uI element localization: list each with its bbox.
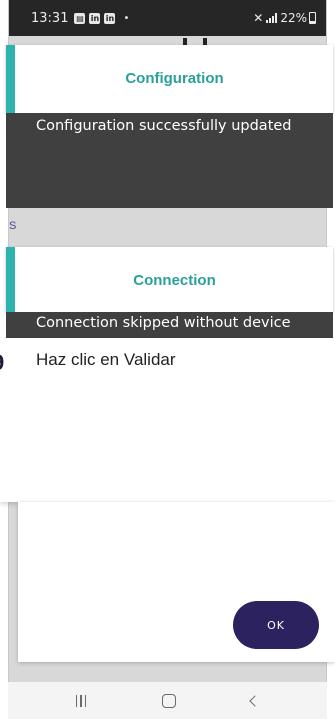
toast-title: Connection bbox=[133, 272, 216, 289]
ok-button[interactable]: OK bbox=[233, 601, 319, 649]
mute-icon: ✕ bbox=[253, 11, 264, 25]
signal-icon bbox=[266, 13, 278, 23]
status-time: 13:31 bbox=[31, 10, 69, 26]
step-text: Haz clic en Validar bbox=[36, 350, 176, 369]
toast-message: Configuration successfully updated bbox=[6, 113, 333, 208]
toast-configuration: Configuration bbox=[6, 45, 333, 113]
step-number: 9 bbox=[0, 350, 4, 376]
linkedin-icon: in bbox=[104, 12, 116, 24]
status-right: ✕ 22% bbox=[253, 11, 316, 25]
android-nav-bar bbox=[8, 682, 327, 719]
toast-accent-bar bbox=[6, 247, 15, 312]
battery-icon bbox=[309, 12, 316, 24]
notification-icon: ▤ bbox=[74, 12, 86, 24]
toast-accent-bar bbox=[6, 45, 15, 113]
toast-connection: Connection bbox=[6, 247, 333, 312]
battery-percent: 22% bbox=[280, 11, 307, 25]
linkedin-icon: in bbox=[89, 12, 101, 24]
back-icon[interactable] bbox=[249, 694, 261, 707]
status-bar: 13:31 ▤ in in • ✕ 22% bbox=[9, 0, 326, 36]
side-letter: S bbox=[9, 220, 17, 232]
more-notifications-icon: • bbox=[123, 12, 130, 24]
toast-title: Configuration bbox=[125, 70, 224, 87]
step-instruction: 9 Haz clic en Validar bbox=[0, 338, 335, 502]
recents-icon[interactable] bbox=[75, 694, 87, 707]
toast-message: Connection skipped without device bbox=[6, 312, 333, 338]
home-icon[interactable] bbox=[161, 693, 176, 708]
